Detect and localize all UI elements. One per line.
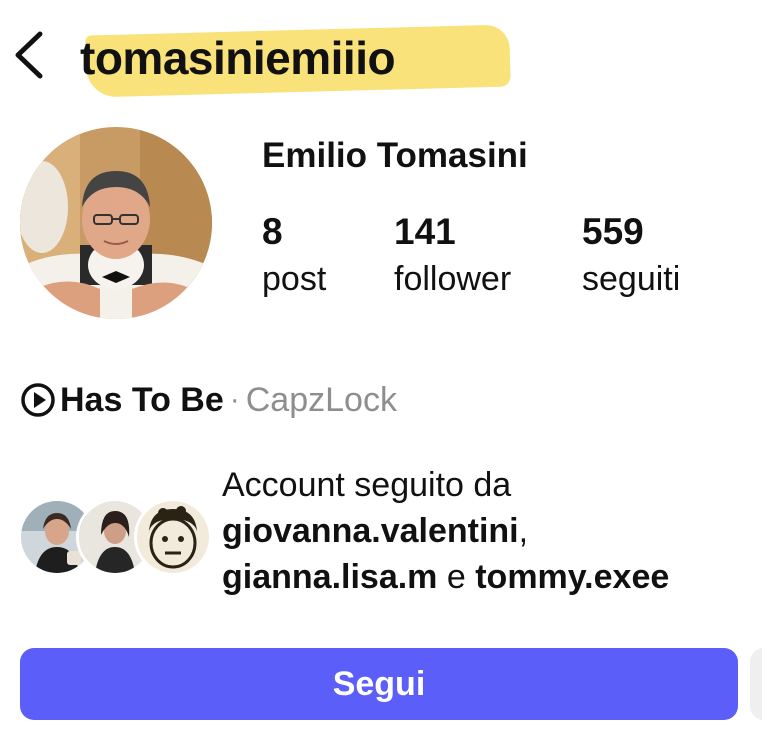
stat-followers[interactable]: 141 follower	[394, 210, 511, 302]
avatar	[134, 498, 212, 576]
stat-posts[interactable]: 8 post	[262, 210, 326, 302]
mutual-user-link[interactable]: gianna.lisa.m	[222, 558, 437, 596]
stat-posts-count: 8	[262, 211, 283, 252]
mutual-user-link[interactable]: giovanna.valentini	[222, 512, 519, 550]
profile-photo	[20, 127, 212, 319]
play-circle-icon	[21, 383, 55, 417]
stat-following-label: seguiti	[582, 260, 681, 298]
stat-following[interactable]: 559 seguiti	[582, 210, 680, 302]
profile-music[interactable]: Has To Be · CapzLock	[20, 378, 397, 422]
music-artist: CapzLock	[245, 381, 397, 419]
avatar[interactable]	[20, 127, 212, 319]
secondary-action-button[interactable]	[750, 648, 762, 720]
music-separator: ·	[229, 383, 240, 416]
mutual-followers-avatars[interactable]	[18, 498, 212, 578]
stat-followers-label: follower	[394, 260, 512, 298]
back-button[interactable]	[8, 28, 52, 82]
mutual-user-link[interactable]: tommy.exee	[475, 558, 669, 596]
follow-button[interactable]: Segui	[20, 648, 738, 720]
profile-page: tomasiniemiiio Emilio Tomasini 8 post 14	[0, 0, 762, 730]
mutual-followers-text: Account seguito da giovanna.valentini, g…	[222, 462, 752, 600]
follow-button-label: Segui	[332, 664, 426, 703]
stat-following-count: 559	[582, 211, 644, 252]
stat-posts-label: post	[262, 260, 327, 298]
profile-full-name: Emilio Tomasini	[262, 136, 528, 175]
mutual-conjunction: e	[446, 558, 466, 596]
stat-followers-count: 141	[394, 211, 456, 252]
mutual-comma: ,	[518, 512, 529, 550]
chevron-left-icon	[15, 31, 43, 79]
page-title-username: tomasiniemiiio	[80, 32, 396, 84]
music-song-title: Has To Be	[60, 381, 224, 419]
mutual-intro: Account seguito da	[222, 466, 512, 504]
